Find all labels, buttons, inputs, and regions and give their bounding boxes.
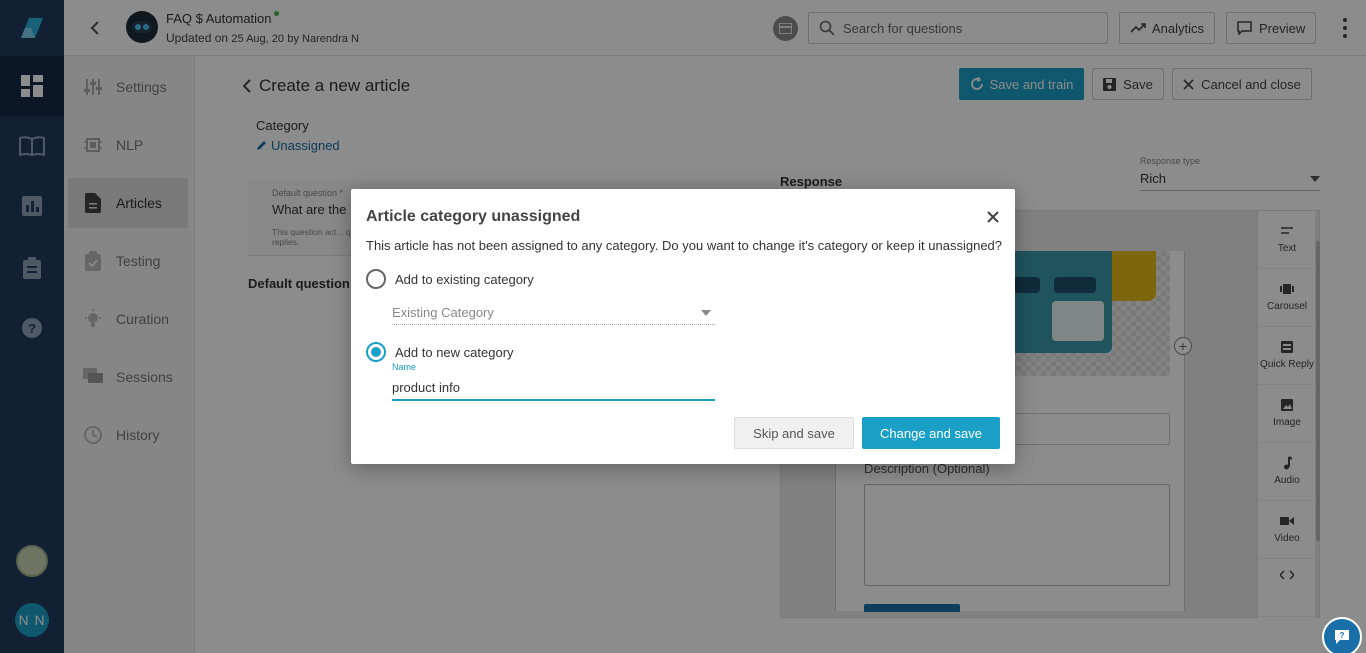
existing-category-select[interactable]: Existing Category <box>392 301 715 325</box>
new-category-option[interactable]: Add to new category <box>366 342 514 362</box>
support-chat-icon[interactable]: ? <box>1322 617 1362 653</box>
dialog-title: Article category unassigned <box>366 208 581 225</box>
existing-category-radio[interactable] <box>366 269 386 289</box>
skip-and-save-button[interactable]: Skip and save <box>734 417 854 449</box>
svg-text:?: ? <box>1340 631 1345 640</box>
close-icon[interactable] <box>985 209 1001 225</box>
category-unassigned-dialog: Article category unassigned This article… <box>351 189 1015 464</box>
new-category-label: Add to new category <box>395 344 514 360</box>
app-root: ? N N FAQ $ Automation Updated on 25 Aug… <box>0 0 1366 653</box>
dialog-message: This article has not been assigned to an… <box>366 238 1003 253</box>
change-and-save-button[interactable]: Change and save <box>862 417 1000 449</box>
dropdown-arrow-icon <box>701 309 711 316</box>
name-field-label: Name <box>392 362 417 372</box>
existing-category-option[interactable]: Add to existing category <box>366 269 534 289</box>
existing-category-label: Add to existing category <box>395 271 534 287</box>
new-category-radio[interactable] <box>366 342 386 362</box>
new-category-name-input[interactable] <box>392 375 715 401</box>
existing-category-placeholder: Existing Category <box>392 305 494 320</box>
